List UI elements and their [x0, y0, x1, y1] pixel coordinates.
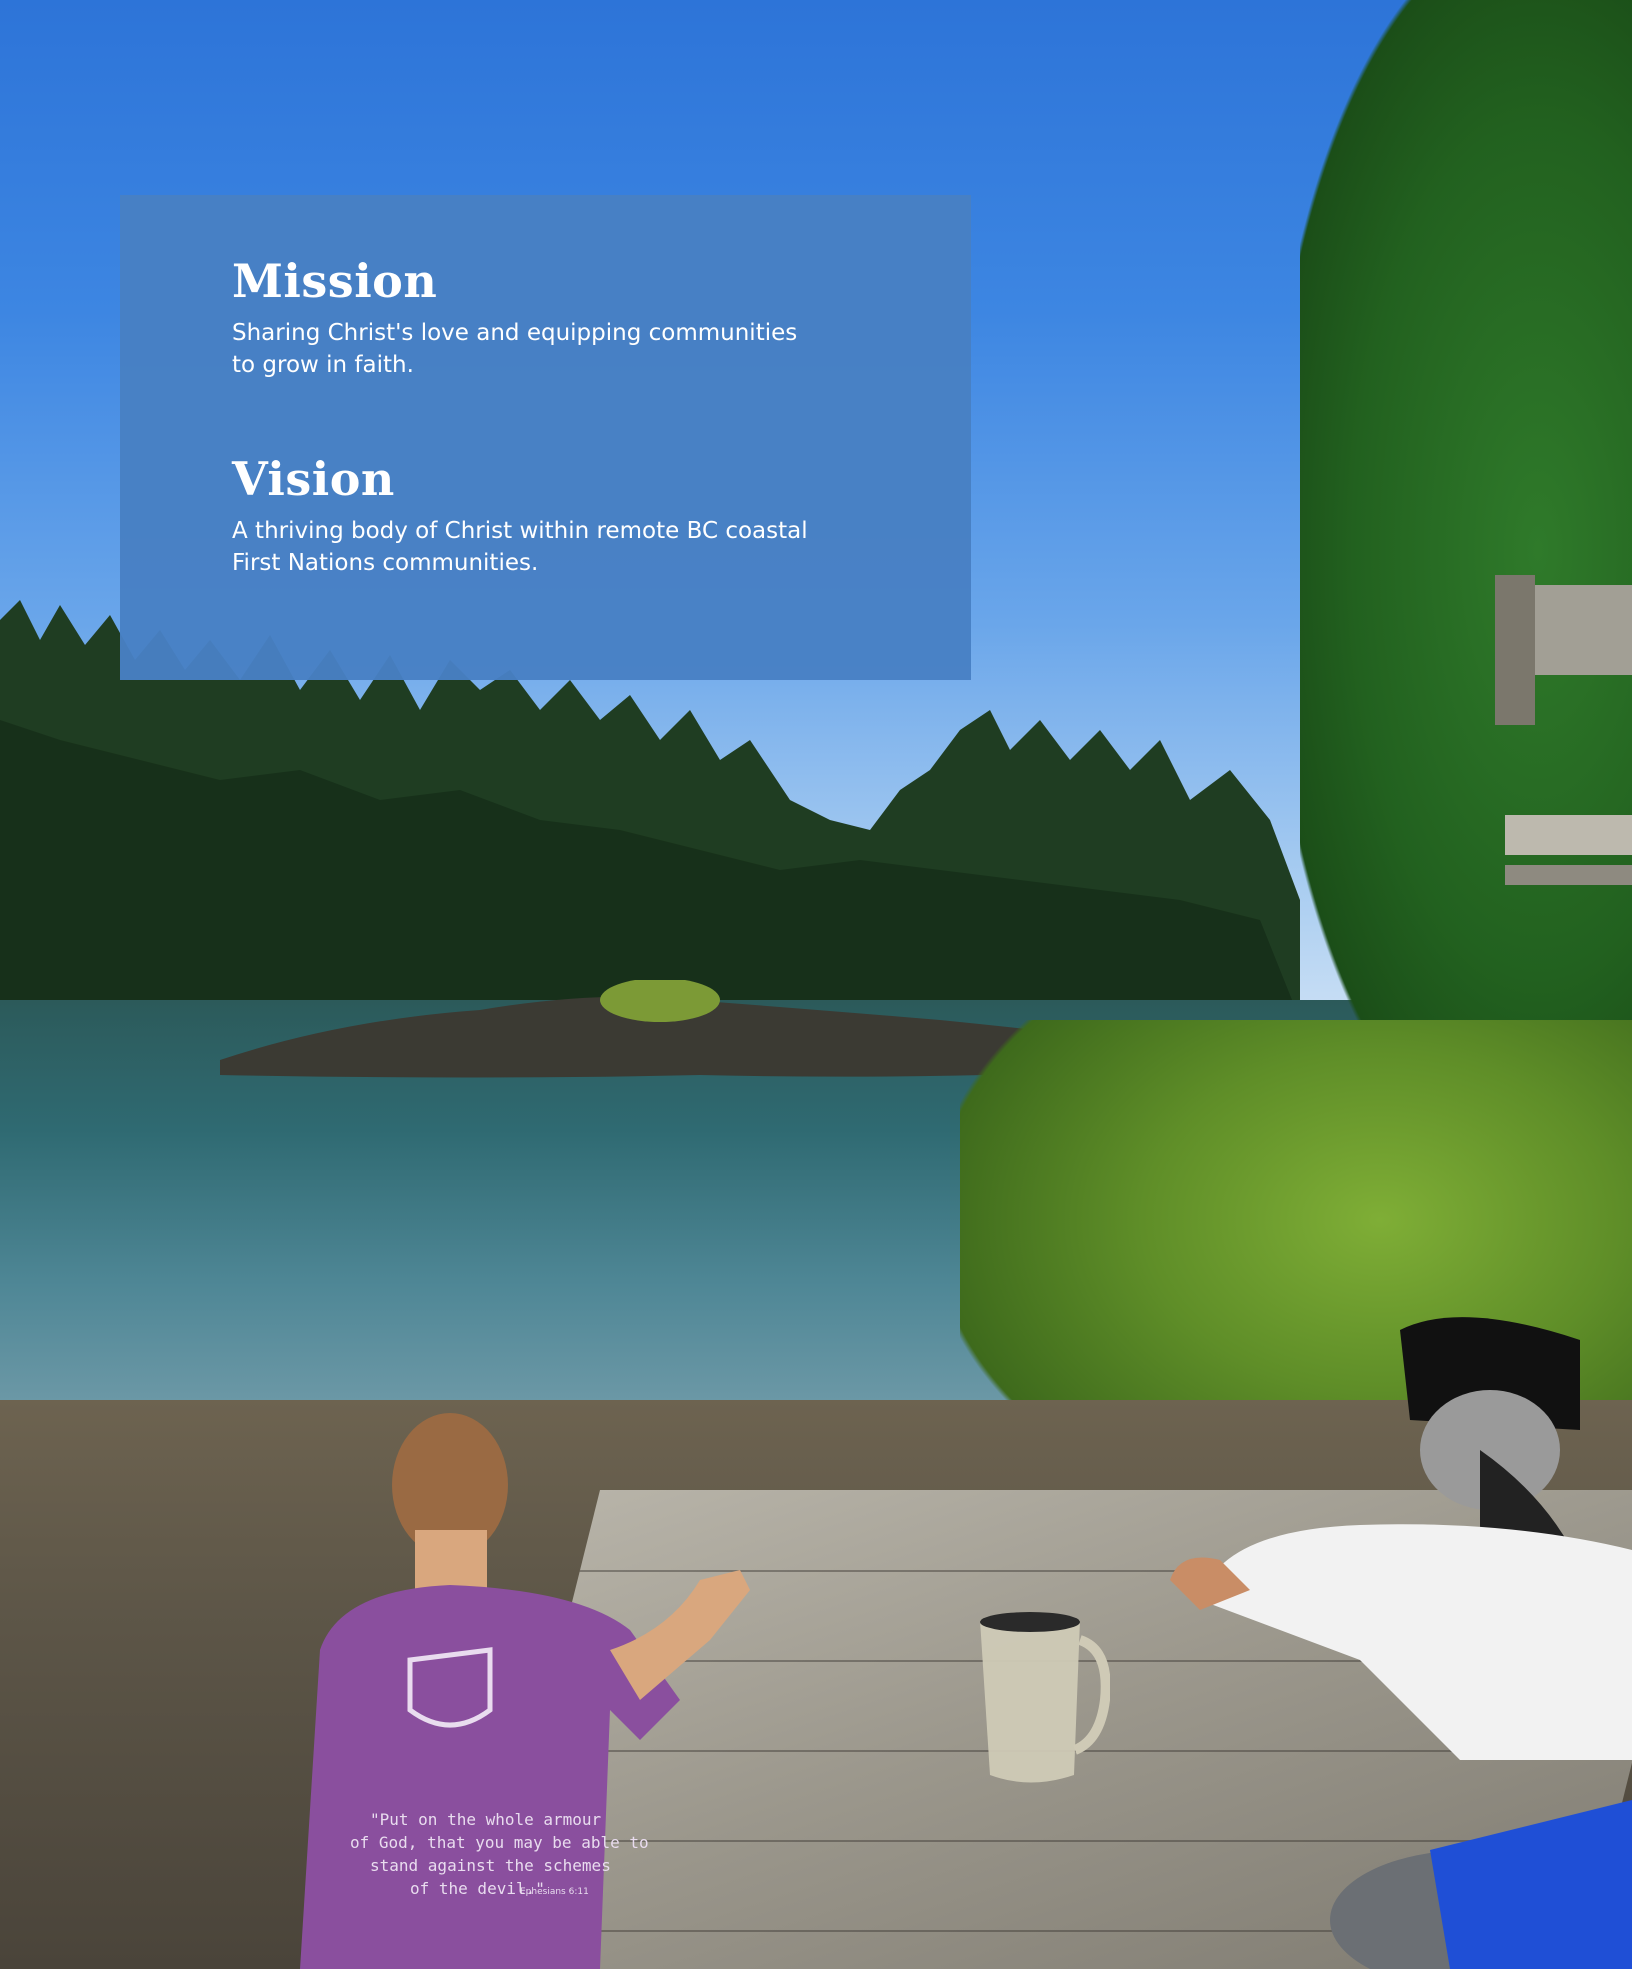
- vision-text-line1: A thriving body of Christ within remote …: [232, 518, 808, 544]
- mission-text-line2: to grow in faith.: [232, 352, 414, 378]
- mission-heading: Mission: [232, 254, 438, 308]
- tree-right: [1300, 0, 1632, 1100]
- mission-block: Mission Sharing Christ's love and equipp…: [232, 253, 872, 381]
- blue-bag: [1330, 1800, 1632, 1969]
- shirt-quote-line2: of God, that you may be able to: [350, 1833, 649, 1852]
- person-white-shirt: [1170, 1317, 1632, 1760]
- vision-block: Vision A thriving body of Christ within …: [232, 451, 872, 579]
- berry-pitcher: [980, 1612, 1110, 1783]
- mission-text: Sharing Christ's love and equipping comm…: [232, 317, 872, 381]
- mission-text-line1: Sharing Christ's love and equipping comm…: [232, 320, 798, 346]
- person-purple-shirt: "Put on the whole armour of God, that yo…: [300, 1413, 750, 1969]
- wooden-structure: [1495, 575, 1632, 885]
- panel-content: Mission Sharing Christ's love and equipp…: [232, 253, 872, 579]
- mission-vision-panel: Mission Sharing Christ's love and equipp…: [120, 195, 971, 680]
- shirt-quote-ref: Ephesians 6:11: [520, 1887, 589, 1897]
- vision-text-line2: First Nations communities.: [232, 550, 539, 576]
- shirt-quote-line3: stand against the schemes: [370, 1856, 611, 1875]
- vision-heading: Vision: [232, 452, 395, 506]
- shirt-quote-line1: "Put on the whole armour: [370, 1810, 602, 1829]
- vision-text: A thriving body of Christ within remote …: [232, 515, 872, 579]
